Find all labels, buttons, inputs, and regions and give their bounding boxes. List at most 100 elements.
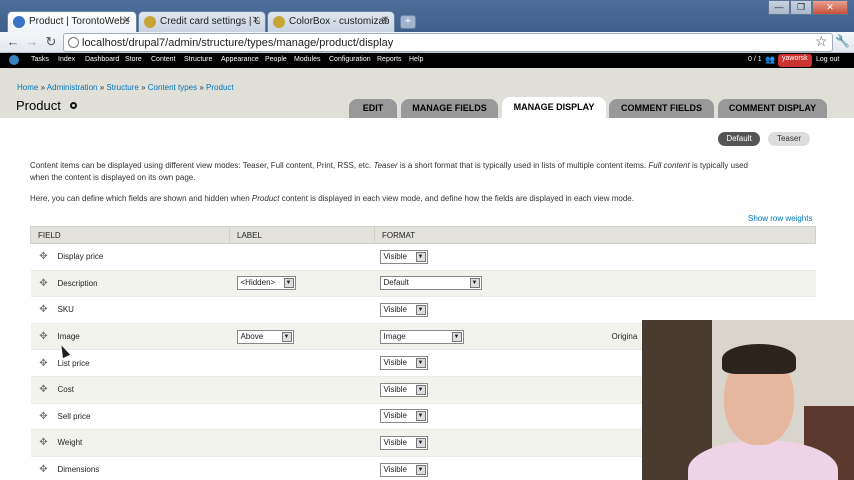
column-header-format: FORMAT [374, 226, 816, 244]
drag-handle-icon[interactable]: ✥ [38, 437, 50, 448]
drupal-admin-toolbar: Tasks Index Dashboard Store Content Stru… [0, 53, 854, 68]
format-select[interactable]: Visible ▼ [379, 302, 428, 317]
logout-link[interactable]: Log out [816, 56, 839, 63]
toolbar-item-tasks[interactable]: Tasks [31, 56, 49, 63]
globe-icon [68, 37, 79, 48]
breadcrumb-structure[interactable]: Structure [106, 83, 138, 92]
address-url: localhost/drupal7/admin/structure/types/… [82, 37, 394, 49]
format-select[interactable]: Image ▼ [379, 329, 464, 344]
toolbar-item-appearance[interactable]: Appearance [221, 56, 259, 63]
format-select-value: Visible [383, 464, 407, 474]
toolbar-item-help[interactable]: Help [409, 56, 423, 63]
format-select[interactable]: Visible ▼ [379, 382, 428, 397]
back-button[interactable]: ← [5, 34, 21, 50]
label-cell [229, 243, 375, 271]
bookmark-star-icon[interactable]: ☆ [815, 33, 828, 50]
browser-tab-colorbox[interactable]: ColorBox - customizable lig ✕ [267, 11, 395, 32]
field-name: Display price [57, 252, 104, 262]
close-tab-icon[interactable]: ✕ [252, 15, 260, 26]
drag-handle-icon[interactable]: ✥ [38, 464, 50, 475]
drag-handle-icon[interactable]: ✥ [38, 251, 50, 262]
browser-tab-bar: Product | TorontoWebsiteD ✕ Credit card … [0, 0, 854, 33]
chevron-down-icon: ▼ [415, 251, 426, 262]
chevron-down-icon: ▼ [415, 358, 426, 369]
label-select-value: <Hidden> [240, 278, 276, 288]
format-select[interactable]: Visible ▼ [379, 409, 428, 424]
field-cell: ✥ Description [30, 270, 230, 298]
tab-manage-display[interactable]: MANAGE DISPLAY [502, 97, 606, 118]
view-mode-default-tab[interactable]: Default [718, 132, 760, 146]
user-badge[interactable]: yaworsk [778, 54, 812, 67]
toolbar-item-content[interactable]: Content [151, 56, 176, 63]
toolbar-item-structure[interactable]: Structure [184, 56, 212, 63]
contextual-gear-icon[interactable] [70, 102, 77, 109]
label-select[interactable]: Above ▼ [236, 329, 294, 344]
reload-button[interactable]: ↻ [43, 34, 59, 50]
browser-toolbar: ← → ↻ localhost/drupal7/admin/structure/… [0, 32, 854, 53]
format-select[interactable]: Visible ▼ [379, 462, 428, 477]
browser-tab-product[interactable]: Product | TorontoWebsiteD ✕ [7, 11, 137, 33]
column-header-field: FIELD [30, 226, 230, 244]
format-select-value: Visible [383, 384, 407, 394]
field-cell: ✥ SKU [30, 296, 230, 324]
user-count: 0 / 1 [748, 56, 762, 63]
drag-handle-icon[interactable]: ✥ [38, 411, 50, 422]
chevron-down-icon: ▼ [281, 331, 292, 342]
window-controls: — ❐ ✕ [768, 0, 848, 16]
tab-title: ColorBox - customizable lig [289, 16, 389, 27]
breadcrumb-administration[interactable]: Administration [47, 83, 98, 92]
breadcrumb-content-types[interactable]: Content types [148, 83, 197, 92]
format-select[interactable]: Visible ▼ [379, 249, 428, 264]
chevron-down-icon: ▼ [283, 278, 294, 289]
address-bar[interactable]: localhost/drupal7/admin/structure/types/… [63, 33, 833, 52]
chevron-down-icon: ▼ [415, 304, 426, 315]
maximize-button[interactable]: ❐ [790, 0, 812, 15]
field-name: List price [57, 358, 90, 368]
breadcrumb-product[interactable]: Product [206, 83, 234, 92]
browser-tab-credit-card[interactable]: Credit card settings | Uberc ✕ [138, 11, 266, 32]
breadcrumb-separator: » [138, 83, 148, 92]
toolbar-item-configuration[interactable]: Configuration [329, 56, 371, 63]
new-tab-button[interactable]: + [400, 15, 416, 29]
toolbar-item-index[interactable]: Index [58, 56, 75, 63]
drupal-logo-icon[interactable] [9, 55, 19, 65]
drag-handle-icon[interactable]: ✥ [38, 304, 50, 315]
format-select-value: Image [383, 331, 406, 341]
drag-handle-icon[interactable]: ✥ [38, 278, 50, 289]
format-cell: Default ▼ [374, 270, 816, 298]
tab-comment-display[interactable]: COMMENT DISPLAY [718, 99, 827, 118]
forward-button[interactable]: → [24, 34, 40, 50]
field-name: SKU [57, 305, 74, 315]
format-select-value: Visible [383, 437, 407, 447]
field-name: Weight [57, 438, 83, 448]
label-cell [229, 403, 375, 431]
module-favicon-icon [273, 16, 285, 28]
tab-manage-fields[interactable]: MANAGE FIELDS [401, 99, 498, 118]
format-select[interactable]: Visible ▼ [379, 435, 428, 450]
toolbar-item-dashboard[interactable]: Dashboard [85, 56, 119, 63]
drag-handle-icon[interactable]: ✥ [38, 384, 50, 395]
format-select[interactable]: Default ▼ [379, 276, 482, 291]
tab-comment-fields[interactable]: COMMENT FIELDS [609, 99, 714, 118]
toolbar-item-modules[interactable]: Modules [294, 56, 320, 63]
close-window-button[interactable]: ✕ [812, 0, 848, 15]
toolbar-item-store[interactable]: Store [125, 56, 142, 63]
field-cell: ✥ Weight [30, 429, 230, 457]
tab-title: Product | TorontoWebsiteD [29, 16, 129, 27]
show-row-weights-link[interactable]: Show row weights [748, 214, 812, 223]
close-tab-icon[interactable]: ✕ [381, 15, 389, 26]
format-select[interactable]: Visible ▼ [379, 356, 428, 371]
toolbar-item-people[interactable]: People [265, 56, 287, 63]
wrench-icon[interactable]: 🔧 [835, 34, 850, 48]
drag-handle-icon[interactable]: ✥ [38, 358, 50, 369]
tab-edit[interactable]: EDIT [349, 99, 397, 118]
drag-handle-icon[interactable]: ✥ [38, 331, 50, 342]
close-tab-icon[interactable]: ✕ [123, 15, 131, 26]
breadcrumb-separator: » [38, 83, 47, 92]
label-select[interactable]: <Hidden> ▼ [236, 276, 296, 291]
minimize-button[interactable]: — [768, 0, 790, 15]
description-emphasis: Product [251, 194, 280, 203]
view-mode-teaser-tab[interactable]: Teaser [768, 132, 810, 146]
toolbar-item-reports[interactable]: Reports [377, 56, 402, 63]
breadcrumb-home[interactable]: Home [17, 83, 38, 92]
